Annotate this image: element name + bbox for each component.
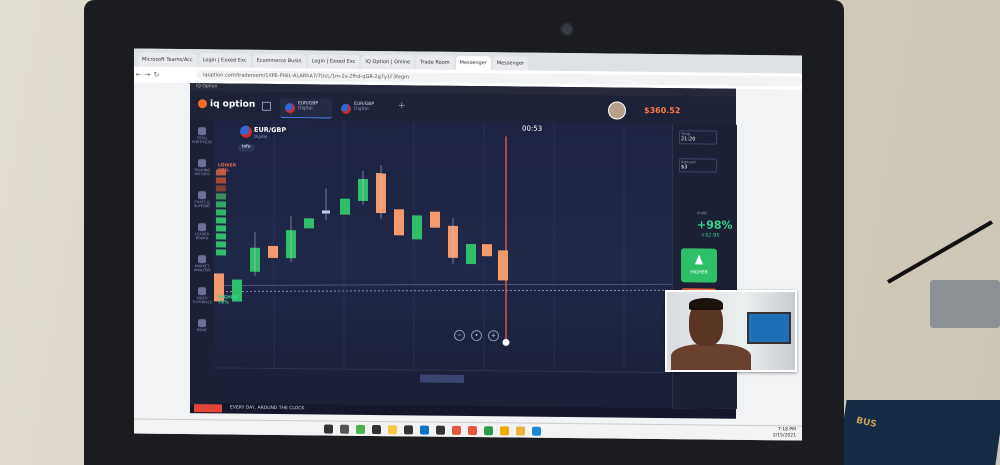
system-clock[interactable]: 7:18 PM 2/15/2021: [773, 427, 796, 439]
app-icon[interactable]: [436, 425, 445, 435]
more-icon: [198, 319, 206, 328]
currency-flag-icon: [341, 103, 351, 114]
sidebar-item-support[interactable]: CHATS & SUPPORT: [190, 191, 214, 208]
lower-sentiment: LOWER 28%: [218, 163, 237, 174]
arrow-up-icon: [695, 254, 703, 265]
amount-value: $3: [681, 164, 688, 171]
zoom-controls: − • +: [454, 322, 505, 342]
sidebar-item-tutorials[interactable]: VIDEO TUTORIALS: [190, 287, 214, 304]
avatar[interactable]: [608, 101, 626, 120]
timeline-marker: [420, 374, 464, 383]
app-icon[interactable]: [516, 426, 525, 436]
zoom-reset-icon[interactable]: •: [471, 330, 482, 342]
time-value: 21:20: [681, 136, 696, 143]
laptop-screen: Microsoft Teams/Acc Login | Exxed Exc Ec…: [134, 48, 802, 441]
browser-tab[interactable]: Microsoft Teams/Acc: [138, 52, 197, 68]
trading-app: IQ Option iq option EUR/GBP Digital EUR/…: [190, 83, 737, 410]
browser-tab[interactable]: Login | Exxed Exc: [307, 54, 360, 69]
higher-button[interactable]: HIGHER: [681, 248, 717, 283]
clock-icon: [198, 159, 206, 168]
webcam-person-hair: [689, 298, 723, 310]
timeline[interactable]: [214, 367, 672, 410]
sidebar-item-more[interactable]: MORE: [190, 319, 214, 332]
folder-icon[interactable]: [388, 425, 397, 435]
browser-tab[interactable]: IQ Option | Online: [361, 54, 415, 70]
webcam-person-body: [671, 344, 751, 370]
webcam-monitor: [747, 312, 791, 344]
profit-label: Profit: [697, 210, 707, 216]
zoom-in-icon[interactable]: +: [488, 330, 499, 342]
logo: iq option: [198, 99, 255, 110]
currency-flag-icon: [240, 125, 252, 138]
chart-type: Digital: [254, 133, 267, 139]
reload-icon[interactable]: ↻: [152, 71, 161, 79]
add-asset-icon[interactable]: +: [398, 101, 406, 111]
app-icon[interactable]: [468, 426, 477, 436]
zoom-out-icon[interactable]: −: [454, 329, 465, 341]
expiration-timer: 00:53: [522, 124, 543, 133]
webcam-lens: [562, 24, 572, 34]
vscode-icon[interactable]: [532, 426, 541, 436]
search-icon[interactable]: [324, 424, 333, 434]
info-button[interactable]: Info: [238, 143, 255, 152]
app-icon[interactable]: [356, 424, 365, 434]
asset-tab-active[interactable]: EUR/GBP Digital: [280, 98, 332, 119]
sidebar-item-history[interactable]: TRADING HISTORY: [190, 159, 214, 176]
grid-icon[interactable]: [262, 101, 271, 111]
sidebar-item-analysis[interactable]: MARKET ANALYSIS: [190, 255, 214, 272]
browser-tab[interactable]: Login | Exxed Exc: [198, 53, 251, 68]
edge-icon[interactable]: [420, 425, 429, 435]
browser-tab[interactable]: Ecommerce Busin: [252, 53, 306, 69]
profit-percent: +98%: [697, 218, 733, 232]
browser-tab[interactable]: Trade Room: [416, 55, 454, 70]
sidebar-item-leaderboard[interactable]: LEADER BOARD: [190, 223, 214, 240]
news-icon: [198, 255, 206, 264]
logo-icon: [198, 99, 207, 109]
router-device: [930, 280, 1000, 328]
app-icon[interactable]: [452, 425, 461, 435]
back-icon[interactable]: ←: [134, 71, 143, 79]
app-icon[interactable]: [372, 424, 381, 435]
price-chart[interactable]: EUR/GBP Digital Info LOWER 28% HIGHER 72% …: [214, 119, 672, 373]
candles: [214, 173, 508, 302]
strike-line: [214, 289, 672, 292]
task-view-icon[interactable]: [340, 424, 349, 434]
balance[interactable]: $360.52: [644, 106, 680, 115]
trophy-icon: [198, 223, 206, 232]
briefcase-icon: [198, 127, 206, 136]
higher-sentiment: HIGHER 72%: [218, 295, 238, 306]
play-icon: [198, 287, 206, 296]
app-icon[interactable]: [404, 425, 413, 435]
promo-badge: [194, 404, 222, 413]
profit-amount: +$2.95: [701, 232, 720, 239]
currency-flag-icon: [285, 103, 295, 114]
price-line: [214, 283, 672, 286]
chat-icon: [198, 191, 206, 200]
forward-icon[interactable]: →: [143, 71, 152, 79]
browser-tab[interactable]: Messenger: [492, 56, 528, 71]
excel-icon[interactable]: [484, 426, 493, 436]
asset-tab[interactable]: EUR/GBP Digital: [336, 99, 388, 120]
webcam-overlay: [665, 290, 797, 372]
sentiment-bar: [216, 169, 226, 256]
sidebar-item-portfolio[interactable]: TOTAL PORTFOLIO: [190, 127, 214, 144]
chrome-icon[interactable]: [500, 426, 509, 436]
candlestick-chart: [214, 119, 672, 372]
browser-tab-active[interactable]: Messenger: [455, 55, 491, 71]
book: [837, 400, 1000, 465]
left-sidebar: TOTAL PORTFOLIO TRADING HISTORY CHATS & …: [190, 119, 215, 404]
